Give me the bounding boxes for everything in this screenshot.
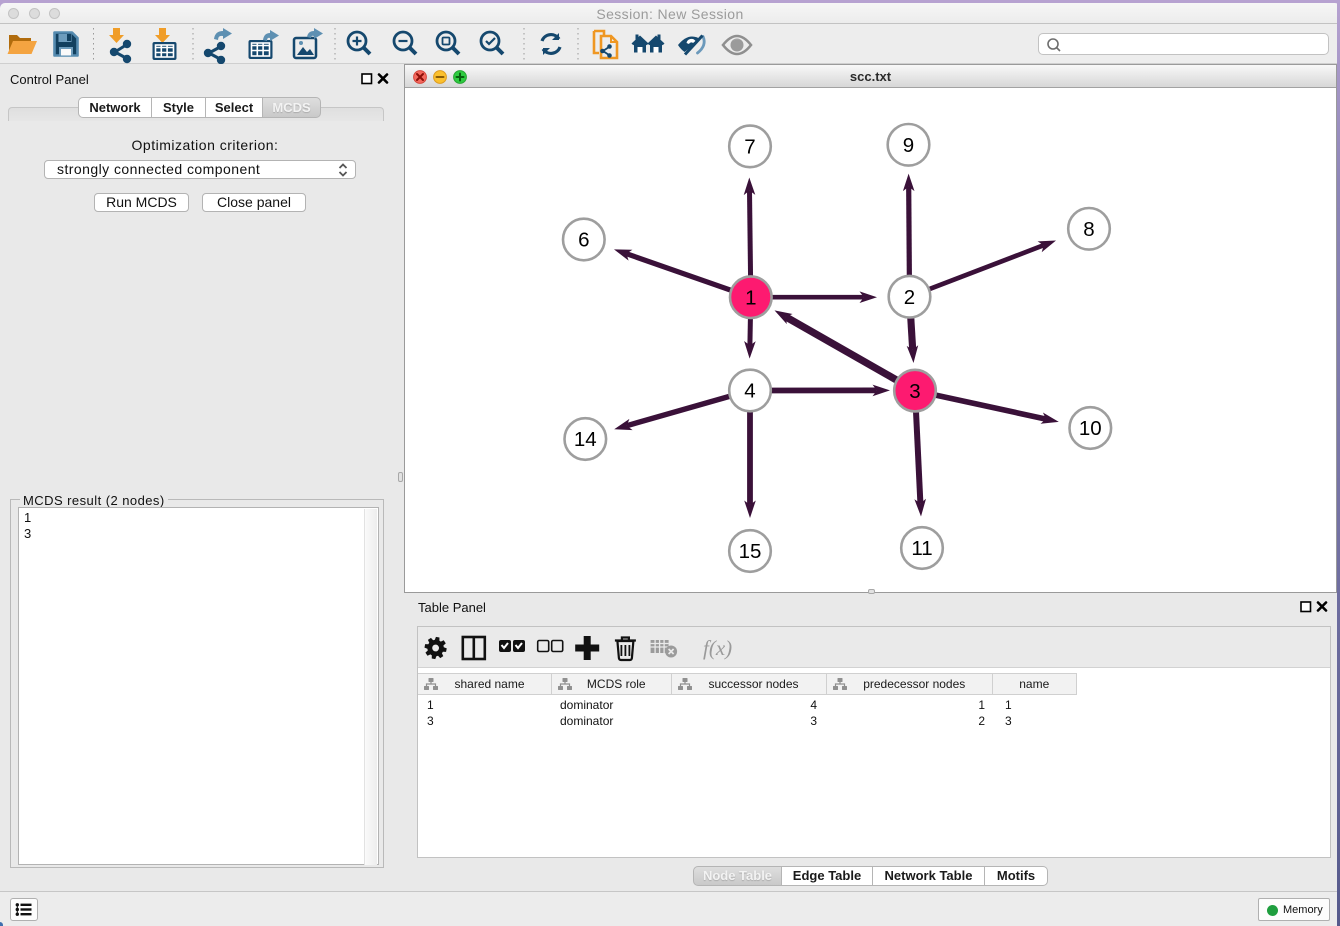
svg-text:6: 6: [578, 229, 589, 252]
svg-text:4: 4: [744, 380, 755, 403]
svg-text:2: 2: [904, 286, 915, 309]
svg-text:14: 14: [574, 428, 597, 451]
svg-text:3: 3: [909, 380, 920, 403]
svg-text:f(x): f(x): [703, 636, 732, 660]
svg-text:7: 7: [744, 136, 755, 159]
svg-text:10: 10: [1079, 417, 1102, 440]
svg-text:1: 1: [745, 286, 756, 309]
svg-text:11: 11: [911, 537, 932, 560]
svg-text:15: 15: [739, 540, 762, 563]
svg-text:9: 9: [903, 134, 914, 157]
svg-text:8: 8: [1083, 218, 1094, 241]
